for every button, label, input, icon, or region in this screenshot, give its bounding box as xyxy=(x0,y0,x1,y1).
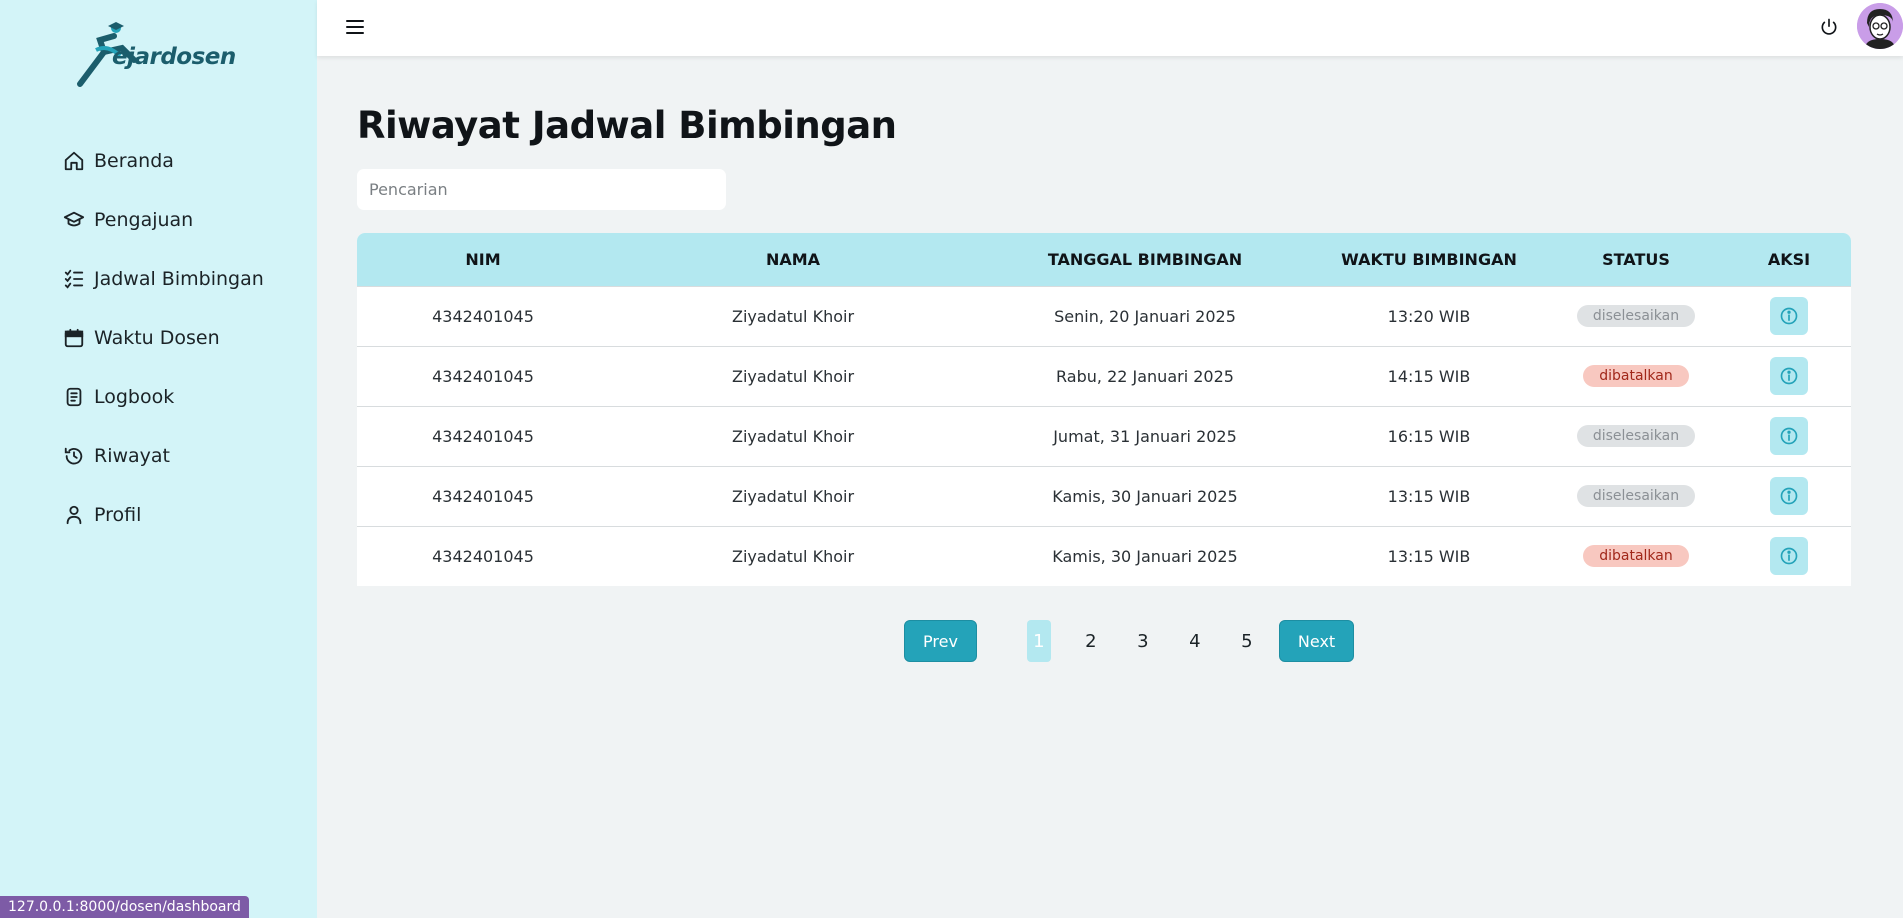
table-row: 4342401045 Ziyadatul Khoir Rabu, 22 Janu… xyxy=(357,346,1851,406)
app-logo[interactable]: ejardosen xyxy=(74,20,236,92)
history-table: NIM NAMA TANGGAL BIMBINGAN WAKTU BIMBING… xyxy=(357,233,1851,586)
sidebar-item-waktu-dosen[interactable]: Waktu Dosen xyxy=(62,308,264,367)
sidebar-item-label: Waktu Dosen xyxy=(94,326,220,349)
cell-aksi xyxy=(1727,286,1851,346)
column-header-tanggal[interactable]: TANGGAL BIMBINGAN xyxy=(977,233,1313,286)
cell-status: diselesaikan xyxy=(1545,406,1727,466)
table-row: 4342401045 Ziyadatul Khoir Senin, 20 Jan… xyxy=(357,286,1851,346)
history-icon xyxy=(62,444,86,468)
cell-nama: Ziyadatul Khoir xyxy=(731,426,855,446)
info-icon xyxy=(1780,427,1798,445)
cell-nama: Ziyadatul Khoir xyxy=(731,486,855,506)
info-button[interactable] xyxy=(1770,537,1808,576)
status-badge: diselesaikan xyxy=(1576,425,1696,447)
info-icon xyxy=(1780,547,1798,565)
cell-tanggal: Kamis, 30 Januari 2025 xyxy=(1052,546,1238,566)
cell-waktu: 13:15 WIB xyxy=(1387,546,1471,566)
column-header-nama[interactable]: NAMA xyxy=(609,233,977,286)
cell-status: diselesaikan xyxy=(1545,286,1727,346)
info-button[interactable] xyxy=(1770,357,1808,395)
sidebar-item-label: Profil xyxy=(94,503,142,526)
cell-waktu: 13:20 WIB xyxy=(1387,306,1471,326)
sidebar-item-logbook[interactable]: Logbook xyxy=(62,367,264,426)
column-header-nim[interactable]: NIM xyxy=(357,233,609,286)
column-header-aksi: AKSI xyxy=(1767,249,1811,269)
info-icon xyxy=(1780,367,1798,385)
page-5-link[interactable]: 5 xyxy=(1235,620,1259,662)
calendar-icon xyxy=(62,326,86,350)
sidebar-item-pengajuan[interactable]: Pengajuan xyxy=(62,190,264,249)
sidebar-item-riwayat[interactable]: Riwayat xyxy=(62,426,264,485)
top-bar xyxy=(317,0,1903,56)
table-row: 4342401045 Ziyadatul Khoir Kamis, 30 Jan… xyxy=(357,526,1851,586)
table-header-row: NIM NAMA TANGGAL BIMBINGAN WAKTU BIMBING… xyxy=(357,233,1851,286)
cell-nim: 4342401045 xyxy=(432,366,534,386)
cell-nim: 4342401045 xyxy=(432,486,534,506)
clipboard-icon xyxy=(62,385,86,409)
cell-waktu: 14:15 WIB xyxy=(1387,366,1471,386)
cell-aksi xyxy=(1727,466,1851,526)
sidebar-item-label: Jadwal Bimbingan xyxy=(94,267,264,290)
pagination: Prev 1 2 3 4 5 Next xyxy=(904,620,1355,662)
sidebar-item-label: Beranda xyxy=(94,149,174,172)
cell-status: dibatalkan xyxy=(1545,526,1727,586)
cell-waktu: 16:15 WIB xyxy=(1387,426,1471,446)
home-icon xyxy=(62,149,86,173)
page-1-link[interactable]: 1 xyxy=(1026,620,1051,662)
status-badge: diselesaikan xyxy=(1576,485,1696,507)
cell-nama: Ziyadatul Khoir xyxy=(731,546,855,566)
page-3-link[interactable]: 3 xyxy=(1131,620,1155,662)
column-header-waktu[interactable]: WAKTU BIMBINGAN xyxy=(1313,233,1545,286)
cell-tanggal: Rabu, 22 Januari 2025 xyxy=(1056,366,1234,386)
cell-aksi xyxy=(1727,526,1851,586)
logo-text: ejardosen xyxy=(112,44,236,70)
sidebar-nav: Beranda Pengajuan Jadwal Bimbingan Waktu… xyxy=(62,131,264,544)
graduation-cap-icon xyxy=(62,208,86,232)
cell-nim: 4342401045 xyxy=(432,426,534,446)
column-header-status[interactable]: STATUS xyxy=(1545,233,1727,286)
page-4-link[interactable]: 4 xyxy=(1183,620,1207,662)
status-badge: diselesaikan xyxy=(1576,305,1696,327)
info-icon xyxy=(1780,487,1798,505)
cell-nama: Ziyadatul Khoir xyxy=(731,306,855,326)
info-button[interactable] xyxy=(1770,297,1808,335)
prev-button[interactable]: Prev xyxy=(904,620,977,662)
sidebar-item-label: Riwayat xyxy=(94,444,170,467)
cell-aksi xyxy=(1727,406,1851,466)
sidebar-item-label: Logbook xyxy=(94,385,175,408)
checklist-icon xyxy=(62,267,86,291)
sidebar: ejardosen Beranda Pengajuan Jadwal Bimbi… xyxy=(0,0,317,918)
cell-waktu: 13:15 WIB xyxy=(1387,486,1471,506)
status-badge: dibatalkan xyxy=(1583,365,1689,387)
sidebar-item-jadwal-bimbingan[interactable]: Jadwal Bimbingan xyxy=(62,249,264,308)
cell-tanggal: Senin, 20 Januari 2025 xyxy=(1054,306,1236,326)
cell-nim: 4342401045 xyxy=(432,546,534,566)
cell-status: dibatalkan xyxy=(1545,346,1727,406)
table-row: 4342401045 Ziyadatul Khoir Kamis, 30 Jan… xyxy=(357,466,1851,526)
info-button[interactable] xyxy=(1770,477,1808,515)
avatar[interactable] xyxy=(1857,3,1903,49)
sidebar-item-profil[interactable]: Profil xyxy=(62,485,264,544)
cell-nama: Ziyadatul Khoir xyxy=(731,366,855,386)
cell-tanggal: Kamis, 30 Januari 2025 xyxy=(1052,486,1238,506)
sidebar-item-label: Pengajuan xyxy=(94,208,194,231)
cell-aksi xyxy=(1727,346,1851,406)
sidebar-item-beranda[interactable]: Beranda xyxy=(62,131,264,190)
status-bar-url: 127.0.0.1:8000/dosen/dashboard xyxy=(0,896,249,918)
table-row: 4342401045 Ziyadatul Khoir Jumat, 31 Jan… xyxy=(357,406,1851,466)
power-icon[interactable] xyxy=(1819,17,1839,37)
cell-tanggal: Jumat, 31 Januari 2025 xyxy=(1053,426,1237,446)
user-icon xyxy=(62,503,86,527)
next-button[interactable]: Next xyxy=(1278,620,1355,662)
cell-nim: 4342401045 xyxy=(432,306,534,326)
page-2-link[interactable]: 2 xyxy=(1079,620,1103,662)
status-badge: dibatalkan xyxy=(1583,545,1689,568)
info-button[interactable] xyxy=(1770,417,1808,455)
hamburger-icon[interactable] xyxy=(345,17,365,37)
search-input[interactable] xyxy=(357,169,726,210)
info-icon xyxy=(1780,307,1798,325)
page-title: Riwayat Jadwal Bimbingan xyxy=(357,104,897,147)
cell-status: diselesaikan xyxy=(1545,466,1727,526)
